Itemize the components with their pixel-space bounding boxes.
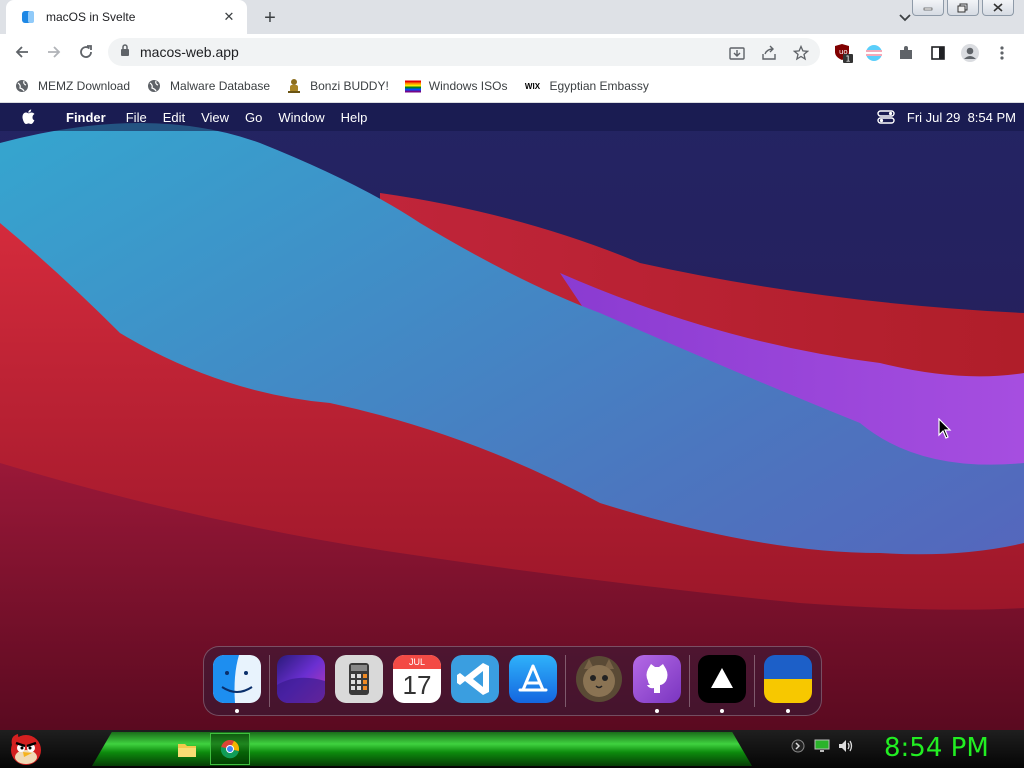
forward-icon[interactable]: [42, 40, 66, 64]
github-icon: [633, 655, 681, 703]
dock-app-ukraine[interactable]: [764, 655, 812, 703]
mouse-cursor-icon: [938, 418, 952, 439]
globe-icon: [14, 78, 30, 94]
bookmark-star-icon[interactable]: [792, 44, 810, 62]
bookmark-bonzi-buddy[interactable]: Bonzi BUDDY!: [286, 78, 389, 94]
calculator-icon: [335, 655, 383, 703]
rainbow-flag-icon: [404, 78, 421, 94]
bonzi-icon: [286, 78, 302, 94]
wallpapers-icon: [277, 655, 325, 703]
dock-separator: [689, 655, 690, 707]
lock-icon[interactable]: [120, 43, 130, 61]
ukraine-flag-icon: [764, 655, 812, 703]
bookmark-egyptian-embassy[interactable]: WIX Egyptian Embassy: [523, 78, 649, 94]
bookmark-label: Egyptian Embassy: [549, 79, 649, 93]
menu-help[interactable]: Help: [333, 103, 376, 131]
calendar-day: 17: [402, 670, 432, 700]
tab-strip: macOS in Svelte ✕ +: [0, 0, 1024, 34]
menu-view[interactable]: View: [193, 103, 237, 131]
volume-icon[interactable]: [838, 738, 854, 754]
menu-finder[interactable]: Finder: [58, 103, 114, 131]
running-indicator: [655, 709, 659, 713]
tab-title: macOS in Svelte: [46, 10, 136, 24]
menu-file[interactable]: File: [118, 103, 155, 131]
system-tray: [790, 738, 854, 754]
windows-taskbar: 8:54 PM: [0, 730, 1024, 768]
bookmark-windows-isos[interactable]: Windows ISOs: [404, 78, 508, 94]
browser-tab[interactable]: macOS in Svelte ✕: [6, 0, 247, 34]
browser-toolbar: macos-web.app uo 1: [0, 34, 1024, 70]
control-center-icon[interactable]: [875, 106, 897, 128]
ublock-extension-icon[interactable]: uo 1: [834, 43, 854, 63]
side-panel-icon[interactable]: [928, 43, 948, 63]
dock-separator: [565, 655, 566, 707]
macos-menubar: Finder File Edit View Go Window Help Fri…: [0, 103, 1024, 131]
dock-app-vscode[interactable]: [451, 655, 499, 703]
dock-app-cat[interactable]: [575, 655, 623, 703]
big-sur-wallpaper: [0, 103, 1024, 730]
cat-icon: [576, 656, 622, 702]
bookmark-memz[interactable]: MEMZ Download: [14, 78, 130, 94]
app-store-icon: [509, 655, 557, 703]
bookmark-label: MEMZ Download: [38, 79, 131, 93]
file-explorer-taskbar-icon[interactable]: [172, 733, 202, 765]
dock-app-app-store[interactable]: [509, 655, 557, 703]
macos-dock: JUL 17: [203, 646, 822, 716]
dock-app-wallpapers[interactable]: [277, 655, 325, 703]
apple-icon[interactable]: [0, 103, 58, 131]
menu-kebab-icon[interactable]: [992, 43, 1012, 63]
menu-edit[interactable]: Edit: [155, 103, 193, 131]
menubar-clock[interactable]: Fri Jul 29 8:54 PM: [907, 110, 1016, 125]
dock-separator: [269, 655, 270, 707]
running-indicator: [235, 709, 239, 713]
window-controls: [912, 0, 1014, 16]
extension-badge: 1: [846, 55, 851, 64]
dock-separator: [754, 655, 755, 707]
new-tab-button[interactable]: +: [258, 6, 282, 30]
calendar-month: JUL: [393, 655, 441, 669]
vscode-icon: [451, 655, 499, 703]
bookmarks-bar: MEMZ Download Malware Database Bonzi BUD…: [0, 70, 1024, 103]
profile-avatar-icon[interactable]: [960, 43, 980, 63]
wix-icon: WIX: [524, 81, 541, 91]
menu-go[interactable]: Go: [237, 103, 270, 131]
dock-app-vercel[interactable]: [698, 655, 746, 703]
dock-app-calculator[interactable]: [335, 655, 383, 703]
running-indicator: [720, 709, 724, 713]
finder-icon: [213, 655, 261, 703]
address-bar[interactable]: macos-web.app: [108, 38, 820, 66]
install-app-icon[interactable]: [728, 44, 746, 62]
finder-favicon-icon: [20, 9, 36, 25]
close-tab-icon[interactable]: ✕: [221, 9, 237, 25]
running-indicator: [786, 709, 790, 713]
dock-app-finder[interactable]: [213, 655, 261, 703]
vercel-icon: [698, 655, 746, 703]
taskbar-clock[interactable]: 8:54 PM: [884, 733, 989, 763]
minimize-button[interactable]: [912, 0, 944, 16]
bookmark-label: Windows ISOs: [428, 79, 508, 93]
trans-flag-extension-icon[interactable]: [864, 43, 884, 63]
dock-app-github[interactable]: [633, 655, 681, 703]
reload-icon[interactable]: [74, 40, 98, 64]
bookmark-label: Malware Database: [170, 79, 271, 93]
bookmark-malware-database[interactable]: Malware Database: [146, 78, 270, 94]
share-icon[interactable]: [760, 44, 778, 62]
back-icon[interactable]: [10, 40, 34, 64]
dock-app-calendar[interactable]: JUL 17: [393, 655, 441, 703]
angry-bird-start-button[interactable]: [6, 730, 46, 768]
show-hidden-icons-icon[interactable]: [790, 738, 806, 754]
menubar-status-area: Fri Jul 29 8:54 PM: [875, 103, 1016, 131]
macos-desktop[interactable]: Finder File Edit View Go Window Help Fri…: [0, 103, 1024, 730]
close-window-button[interactable]: [982, 0, 1014, 16]
bookmark-label: Bonzi BUDDY!: [310, 79, 389, 93]
extensions-puzzle-icon[interactable]: [896, 43, 916, 63]
network-icon[interactable]: [814, 738, 830, 754]
globe-icon: [146, 78, 162, 94]
restore-button[interactable]: [947, 0, 979, 16]
menu-window[interactable]: Window: [270, 103, 332, 131]
chrome-taskbar-icon[interactable]: [210, 733, 250, 765]
url-text[interactable]: macos-web.app: [140, 44, 239, 60]
